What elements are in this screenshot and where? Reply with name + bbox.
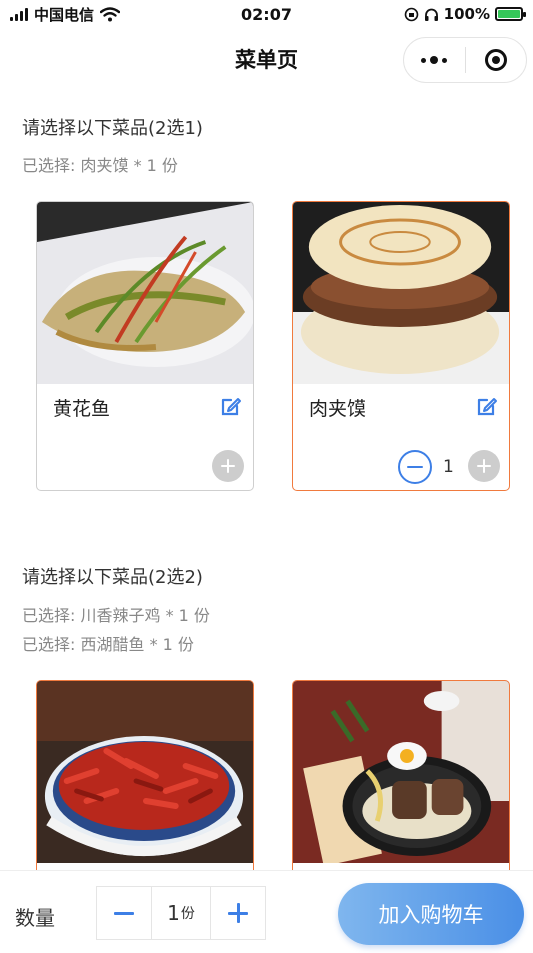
dish-quantity: 1 [443,457,454,477]
add-dish-button[interactable] [468,450,500,482]
dish-photo [293,202,509,384]
minus-icon [114,911,134,915]
miniprogram-capsule [403,37,527,83]
quantity-unit: 份 [180,906,195,922]
dish-card-west-lake-fish[interactable] [292,680,510,880]
dish-name: 肉夹馍 [309,398,367,420]
group-1-selected-line: 已选择: 肉夹馍 * 1 份 [22,156,178,175]
group-2-title: 请选择以下菜品(2选2) [22,567,203,588]
group-1-title: 请选择以下菜品(2选1) [22,118,203,139]
more-menu-button[interactable] [404,38,465,82]
close-miniprogram-button[interactable] [466,38,527,82]
more-dots-icon [421,56,448,64]
edit-icon[interactable] [475,394,499,418]
dish-card-yellow-croaker[interactable]: 黄花鱼 [36,201,254,491]
increase-quantity-button[interactable] [211,887,265,939]
target-icon [484,49,507,71]
quantity-value[interactable]: 1份 [151,887,211,939]
status-left: 中国电信 [10,4,121,25]
quantity-label: 数量 [15,906,55,930]
dish-photo [37,681,253,863]
add-to-cart-button[interactable]: 加入购物车 [338,883,524,945]
decrease-dish-button[interactable] [398,450,432,484]
dish-photo [37,202,253,384]
edit-icon[interactable] [219,394,243,418]
bottom-bar: 数量 1份 加入购物车 [0,870,533,953]
carrier-label: 中国电信 [34,5,95,24]
group-2-selected-line-1: 已选择: 川香辣子鸡 * 1 份 [22,606,210,625]
status-bar: 中国电信 02:07 100% [0,0,533,28]
dish-name: 黄花鱼 [53,398,111,420]
quantity-stepper: 1份 [96,886,266,940]
signal-icon [10,7,28,21]
add-dish-button[interactable] [212,450,244,482]
battery-icon [495,7,526,21]
dish-card-roujiamo[interactable]: 肉夹馍 1 [292,201,510,491]
wifi-icon [100,6,121,21]
dish-photo [293,681,509,863]
headphones-icon [424,8,438,21]
dish-card-spicy-chicken[interactable] [36,680,254,880]
status-right: 100% [404,5,526,23]
decrease-quantity-button[interactable] [97,887,151,939]
battery-percent: 100% [443,5,490,23]
plus-icon [228,903,248,923]
nav-bar: 菜单页 [0,30,533,90]
group-2-selected-line-2: 已选择: 西湖醋鱼 * 1 份 [22,635,194,654]
orientation-lock-icon [404,7,418,21]
quantity-number: 1 [167,901,180,925]
